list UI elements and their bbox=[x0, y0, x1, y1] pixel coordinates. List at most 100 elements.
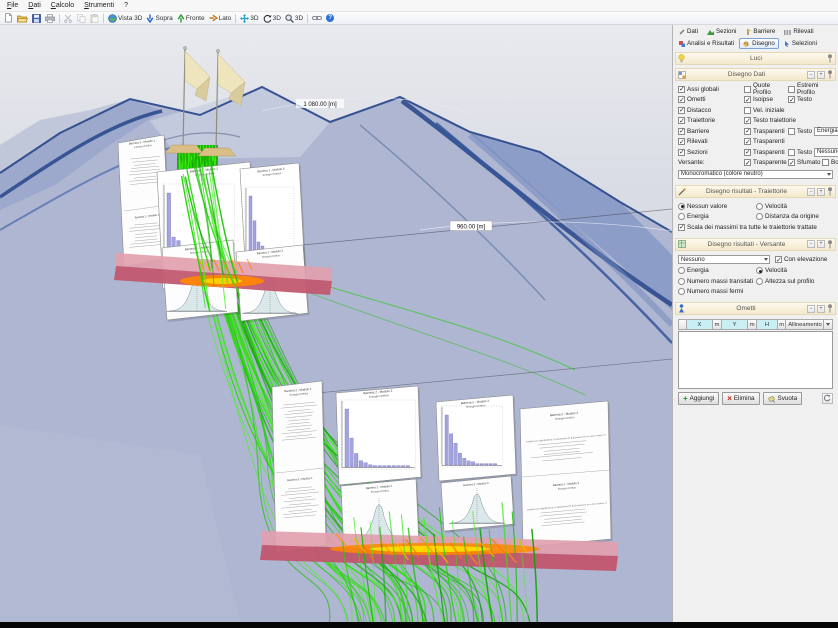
dropdown-versante-colore[interactable]: Monocromatico (colore neutro) bbox=[678, 170, 833, 179]
checkbox-con-elevazione[interactable]: Con elevazione bbox=[775, 256, 827, 263]
menu-calcolo[interactable]: Calcolo bbox=[46, 2, 79, 9]
sopra-button[interactable]: Sopra bbox=[144, 13, 174, 24]
checkbox-sezioni-trasparenti[interactable]: Trasparenti bbox=[744, 149, 788, 156]
scissors-icon bbox=[64, 14, 73, 23]
checkbox-rilevati-trasparenti[interactable]: Trasparenti bbox=[744, 138, 785, 145]
pin-icon[interactable] bbox=[827, 54, 833, 63]
radio-massi-transitati[interactable]: Numero massi transitati bbox=[678, 278, 756, 285]
unit-h-button[interactable]: m bbox=[778, 319, 787, 330]
checkbox-vel-iniziale[interactable]: Vel. iniziale bbox=[744, 107, 785, 114]
versante-header[interactable]: Disegno risultati - Versante − + bbox=[675, 238, 836, 251]
link-button[interactable] bbox=[310, 13, 324, 24]
radio-velocita-traiettorie[interactable]: Velocità bbox=[756, 203, 787, 210]
rotate-3d-button[interactable]: 3D bbox=[261, 13, 283, 24]
radio-massi-fermi[interactable]: Numero massi fermi bbox=[678, 288, 743, 295]
pin-icon[interactable] bbox=[827, 187, 833, 196]
cut-button[interactable] bbox=[62, 13, 75, 24]
versante-icon bbox=[678, 240, 686, 248]
ometti-options-button[interactable] bbox=[822, 393, 833, 404]
ometti-list[interactable] bbox=[678, 331, 833, 389]
checkbox-assi-globali[interactable]: Assi globali bbox=[678, 86, 744, 93]
radio-energia-traiettorie[interactable]: Energia bbox=[678, 213, 756, 220]
column-y[interactable]: Y bbox=[722, 319, 749, 330]
collapse-button[interactable]: − bbox=[807, 305, 815, 313]
tab-selezioni[interactable]: Selezioni bbox=[780, 38, 821, 49]
checkbox-sezioni-testo[interactable]: Testo bbox=[788, 149, 814, 156]
collapse-button[interactable]: − bbox=[807, 240, 815, 248]
checkbox-versante-trasparente[interactable]: Trasparente bbox=[744, 159, 788, 166]
radio-distanza-origine[interactable]: Distanza da origine bbox=[756, 213, 819, 220]
menu-strumenti[interactable]: Strumenti bbox=[79, 2, 119, 9]
radio-nessun-valore[interactable]: Nessun valore bbox=[678, 203, 756, 210]
tab-analisi-risultati[interactable]: Analisi e Risultati bbox=[675, 38, 738, 49]
checkbox-scala-massimi[interactable]: Scala dei massimi tra tutte le traiettor… bbox=[678, 224, 817, 231]
expand-button[interactable]: + bbox=[817, 188, 825, 196]
menu-file[interactable]: File bbox=[2, 2, 23, 9]
dropdown-sezioni-valore[interactable]: Nessuno bbox=[814, 148, 838, 157]
expand-button[interactable]: + bbox=[817, 71, 825, 79]
zoom-3d-button[interactable]: 3D bbox=[283, 13, 305, 24]
fronte-button[interactable]: Fronte bbox=[175, 13, 207, 24]
help-button[interactable]: ? bbox=[324, 13, 336, 24]
column-allineamento[interactable]: Allineamento bbox=[786, 319, 824, 330]
print-button[interactable] bbox=[43, 13, 57, 24]
dropdown-barriere-valore[interactable]: Energia bbox=[814, 127, 838, 136]
checkbox-barriere-testo[interactable]: Testo bbox=[788, 128, 814, 135]
paste-button[interactable] bbox=[88, 13, 101, 24]
checkbox-versante-sfumato[interactable]: Sfumato bbox=[788, 159, 822, 166]
refresh-icon bbox=[823, 394, 831, 402]
vista-3d-icon bbox=[108, 14, 117, 23]
3d-viewport[interactable]: Barriera 1 - Modulo 1 Energia cinetica B… bbox=[0, 25, 672, 622]
pin-icon[interactable] bbox=[827, 304, 833, 313]
svuota-button[interactable]: Svuota bbox=[763, 392, 803, 405]
checkbox-ometti[interactable]: Ometti bbox=[678, 96, 744, 103]
disegno-dati-header[interactable]: Disegno Dati − + bbox=[675, 68, 836, 81]
checkbox-barriere-trasparenti[interactable]: Trasparenti bbox=[744, 128, 788, 135]
pin-icon[interactable] bbox=[827, 70, 833, 79]
unit-x-button[interactable]: m bbox=[713, 319, 722, 330]
tab-disegno[interactable]: Disegno bbox=[739, 38, 779, 49]
luci-header[interactable]: Luci bbox=[675, 52, 836, 65]
tab-barriere[interactable]: Barriere bbox=[741, 26, 779, 37]
menu-help[interactable]: ? bbox=[119, 2, 133, 9]
new-document-button[interactable] bbox=[2, 13, 15, 24]
copy-button[interactable] bbox=[75, 13, 88, 24]
menu-dati[interactable]: Dati bbox=[23, 2, 45, 9]
checkbox-sezioni[interactable]: Sezioni bbox=[678, 149, 744, 156]
checkbox-quote-profilo[interactable]: Quote Profilo bbox=[744, 82, 788, 96]
radio-velocita-versante[interactable]: Velocità bbox=[756, 267, 787, 274]
open-button[interactable] bbox=[15, 13, 30, 24]
expand-button[interactable]: + bbox=[817, 305, 825, 313]
unit-y-button[interactable]: m bbox=[748, 319, 757, 330]
checkbox-versante-bordi[interactable]: Bordi bbox=[822, 159, 838, 166]
checkbox-testo-traiettorie[interactable]: Testo traiettorie bbox=[744, 117, 796, 124]
vista-3d-button[interactable]: Vista 3D bbox=[106, 13, 144, 24]
elimina-button[interactable]: ×Elimina bbox=[722, 392, 759, 405]
save-button[interactable] bbox=[30, 13, 43, 24]
dropdown-versante-risultato[interactable]: Nessuno bbox=[678, 255, 770, 264]
checkbox-estremi-profilo[interactable]: Estremi Profilo bbox=[788, 82, 833, 96]
collapse-button[interactable]: − bbox=[807, 188, 815, 196]
tab-rilevati[interactable]: Rilevati bbox=[780, 26, 817, 37]
checkbox-testo-isoipse[interactable]: Testo bbox=[788, 96, 812, 103]
radio-energia-versante[interactable]: Energia bbox=[678, 267, 756, 274]
checkbox-distacco[interactable]: Distacco bbox=[678, 107, 744, 114]
collapse-button[interactable]: − bbox=[807, 71, 815, 79]
lato-button[interactable]: Lato bbox=[207, 13, 234, 24]
checkbox-rilevati[interactable]: Rilevati bbox=[678, 138, 744, 145]
pin-icon[interactable] bbox=[827, 240, 833, 249]
tab-sezioni[interactable]: Sezioni bbox=[703, 26, 740, 37]
ometti-header[interactable]: Ometti − + bbox=[675, 302, 836, 315]
traiettorie-header[interactable]: Disegno risultati - Traiettorie − + bbox=[675, 185, 836, 198]
radio-altezza-profilo[interactable]: Altezza sul profilo bbox=[756, 278, 814, 285]
checkbox-traiettorie[interactable]: Traiettorie bbox=[678, 117, 744, 124]
aggiungi-button[interactable]: +Aggiungi bbox=[678, 392, 719, 405]
pan-3d-button[interactable]: 3D bbox=[238, 13, 260, 24]
expand-button[interactable]: + bbox=[817, 240, 825, 248]
checkbox-isoipse[interactable]: Isoipse bbox=[744, 96, 788, 103]
tab-dati[interactable]: Dati bbox=[675, 26, 702, 37]
allineamento-dropdown-button[interactable] bbox=[824, 319, 833, 330]
column-x[interactable]: X bbox=[687, 319, 714, 330]
checkbox-barriere[interactable]: Barriere bbox=[678, 128, 744, 135]
column-h[interactable]: H bbox=[757, 319, 778, 330]
